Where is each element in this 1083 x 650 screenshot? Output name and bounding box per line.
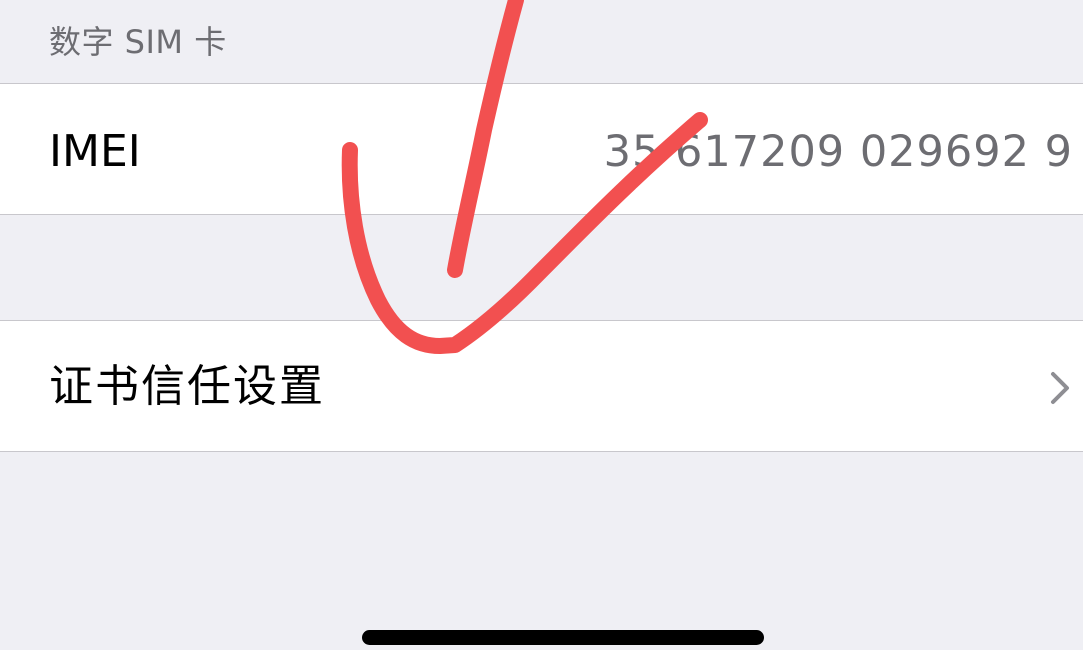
section-header-label: 数字 SIM 卡	[49, 23, 227, 61]
imei-label: IMEI	[49, 126, 141, 177]
certificate-trust-settings-row[interactable]: 证书信任设置	[0, 320, 1083, 452]
chevron-right-icon	[1051, 372, 1069, 404]
imei-value: 35 617209 029692 9	[603, 127, 1073, 177]
imei-row[interactable]: IMEI 35 617209 029692 9	[0, 83, 1083, 215]
certificate-trust-settings-label: 证书信任设置	[49, 361, 325, 412]
section-header-digital-sim: 数字 SIM 卡	[0, 0, 1083, 83]
home-indicator	[362, 630, 764, 645]
